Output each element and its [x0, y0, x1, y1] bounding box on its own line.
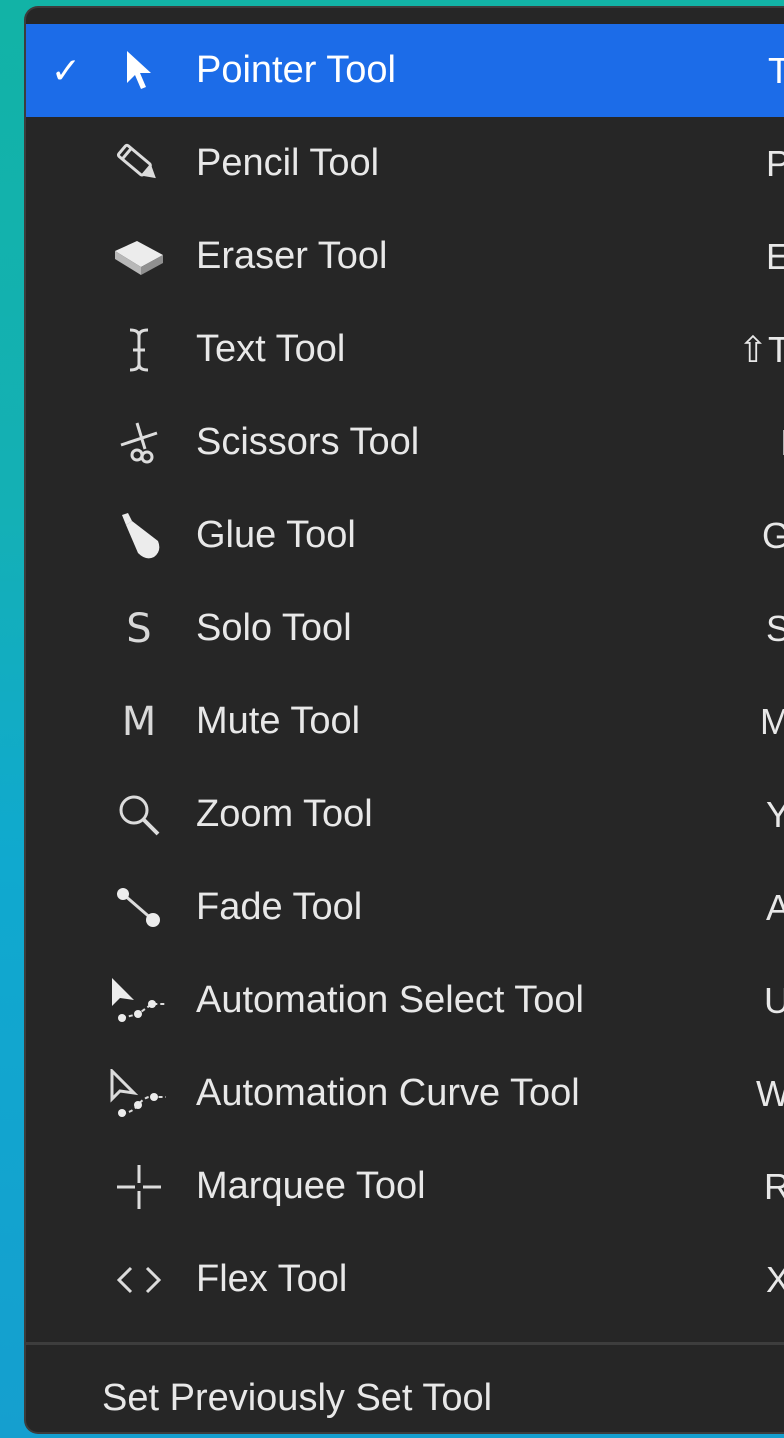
menu-item-shortcut: E	[766, 210, 784, 303]
menu-item-shortcut: W	[756, 1047, 784, 1140]
menu-item-label: Zoom Tool	[196, 793, 373, 835]
menu-item-pointer-tool[interactable]: ✓ Pointer Tool T	[26, 24, 784, 117]
menu-item-label: Eraser Tool	[196, 235, 388, 277]
menu-item-zoom-tool[interactable]: Zoom Tool Y	[26, 768, 784, 861]
menu-item-shortcut: P	[766, 117, 784, 210]
menu-item-shortcut: X	[766, 1233, 784, 1326]
menu-item-label: Text Tool	[196, 328, 346, 370]
flex-icon	[108, 1255, 170, 1305]
tool-menu-items: ✓ Pointer Tool T Pencil Tool	[26, 24, 784, 1326]
menu-item-shortcut: R	[764, 1140, 784, 1233]
menu-item-shortcut: G	[762, 489, 784, 582]
pointer-icon	[108, 46, 170, 96]
menu-item-text-tool[interactable]: Text Tool ⇧T	[26, 303, 784, 396]
menu-item-shortcut: Y	[766, 768, 784, 861]
menu-item-label: Flex Tool	[196, 1258, 348, 1300]
checkmark-icon: ✓	[50, 50, 82, 91]
menu-item-pencil-tool[interactable]: Pencil Tool P	[26, 117, 784, 210]
menu-item-shortcut: I	[780, 396, 784, 489]
menu-item-set-previously-set-tool[interactable]: Set Previously Set Tool	[26, 1358, 784, 1432]
menu-item-label: Scissors Tool	[196, 421, 420, 463]
menu-item-solo-tool[interactable]: S Solo Tool S	[26, 582, 784, 675]
menu-item-shortcut: S	[766, 582, 784, 675]
text-cursor-icon	[108, 325, 170, 375]
menu-separator	[26, 1342, 784, 1345]
mute-icon: M	[121, 699, 157, 745]
zoom-icon	[108, 790, 170, 840]
fade-icon	[108, 883, 170, 933]
pencil-icon	[108, 139, 170, 189]
menu-item-label: Set Previously Set Tool	[102, 1377, 493, 1419]
menu-item-label: Mute Tool	[196, 700, 361, 742]
menu-item-label: Pencil Tool	[196, 142, 380, 184]
glue-icon	[108, 511, 170, 561]
menu-item-automation-curve-tool[interactable]: Automation Curve Tool W	[26, 1047, 784, 1140]
menu-item-shortcut: T	[768, 24, 784, 117]
tool-menu: ✓ Pointer Tool T Pencil Tool	[24, 6, 784, 1434]
menu-item-label: Solo Tool	[196, 607, 352, 649]
menu-item-label: Glue Tool	[196, 514, 356, 556]
menu-item-label: Fade Tool	[196, 886, 363, 928]
menu-item-shortcut: ⇧T	[737, 329, 784, 370]
menu-item-automation-select-tool[interactable]: Automation Select Tool U	[26, 954, 784, 1047]
menu-item-shortcut: U	[764, 954, 784, 1047]
automation-curve-icon	[108, 1069, 170, 1119]
menu-item-glue-tool[interactable]: Glue Tool G	[26, 489, 784, 582]
menu-item-eraser-tool[interactable]: Eraser Tool E	[26, 210, 784, 303]
menu-item-label: Automation Curve Tool	[196, 1072, 580, 1114]
automation-select-icon	[108, 976, 170, 1026]
menu-item-fade-tool[interactable]: Fade Tool A	[26, 861, 784, 954]
menu-item-mute-tool[interactable]: M Mute Tool M	[26, 675, 784, 768]
scissors-icon	[108, 418, 170, 468]
menu-item-marquee-tool[interactable]: Marquee Tool R	[26, 1140, 784, 1233]
menu-item-label: Pointer Tool	[196, 49, 396, 91]
menu-item-label: Automation Select Tool	[196, 979, 584, 1021]
menu-item-label: Marquee Tool	[196, 1165, 426, 1207]
marquee-icon	[108, 1162, 170, 1212]
menu-item-scissors-tool[interactable]: Scissors Tool I	[26, 396, 784, 489]
eraser-icon	[108, 232, 170, 282]
menu-item-shortcut: M	[760, 675, 784, 768]
solo-icon: S	[126, 606, 152, 652]
menu-item-flex-tool[interactable]: Flex Tool X	[26, 1233, 784, 1326]
menu-item-shortcut: A	[766, 861, 784, 954]
